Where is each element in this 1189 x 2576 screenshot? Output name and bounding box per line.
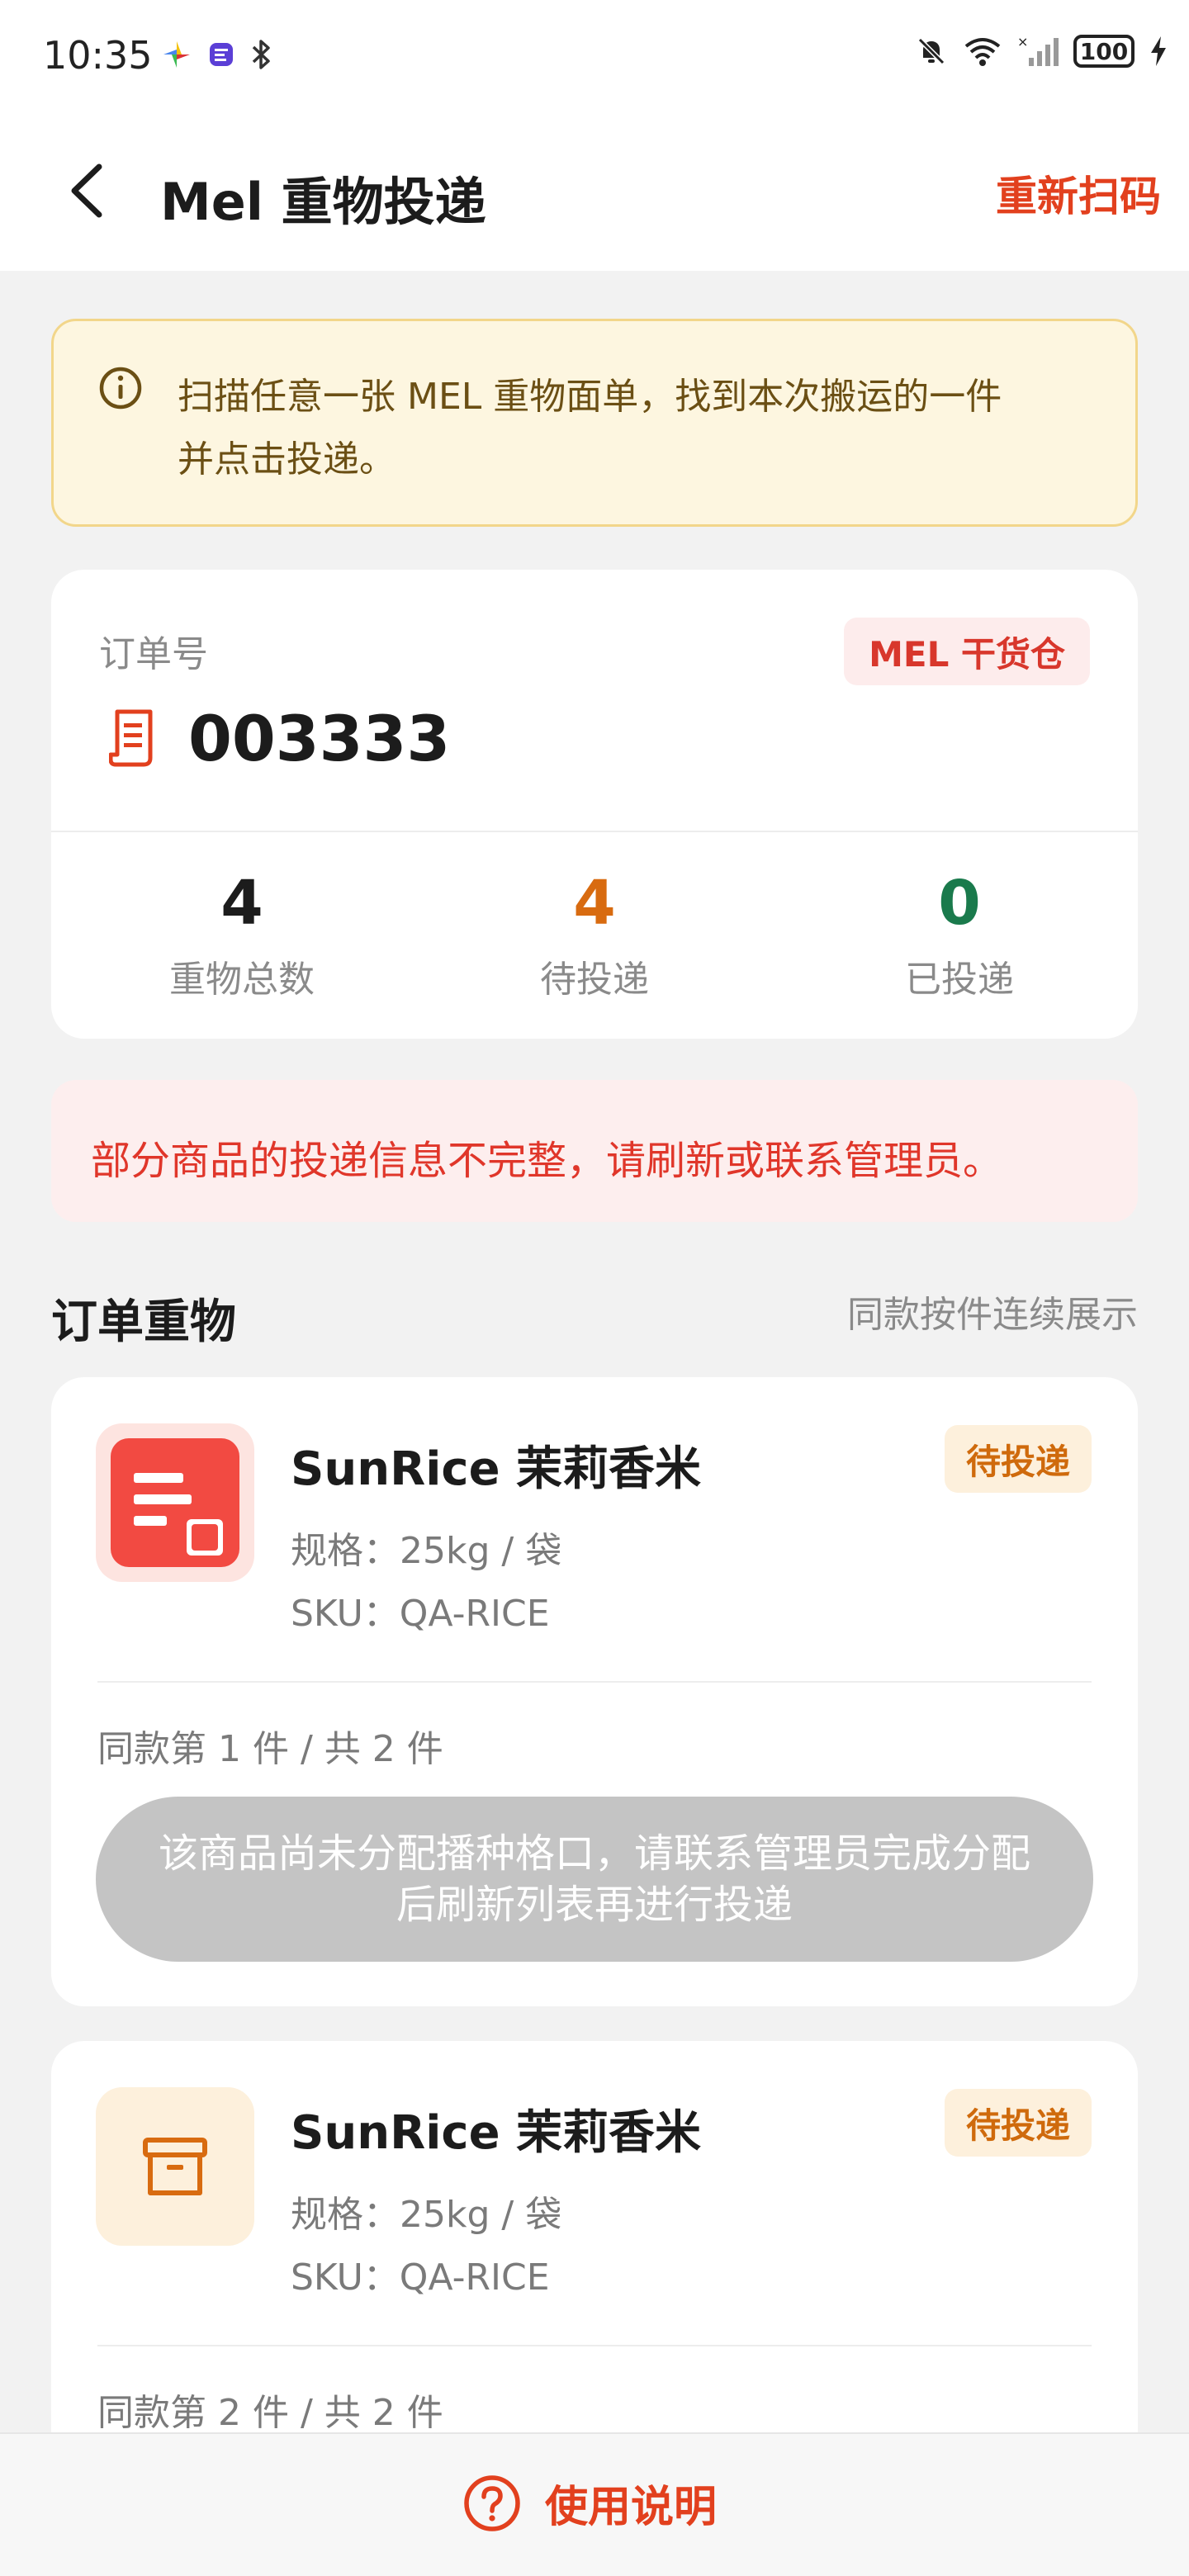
divider <box>51 831 1138 832</box>
info-icon <box>99 367 142 410</box>
error-banner: 部分商品的投递信息不完整，请刷新或联系管理员。 <box>51 1080 1138 1222</box>
stat-total-value: 4 <box>220 868 263 939</box>
item-spec: 规格：25kg / 袋 <box>291 2194 562 2236</box>
notice-line-1: 扫描任意一张 MEL 重物面单，找到本次搬运的一件 <box>178 376 1002 418</box>
bottom-bar: 使用说明 <box>0 2432 1189 2576</box>
item-name: SunRice 茉莉香米 <box>291 1442 702 1496</box>
item-sku: SKU：QA-RICE <box>291 1593 550 1635</box>
app-sticker-icon <box>208 41 234 68</box>
item-sequence: 同款第 2 件 / 共 2 件 <box>97 2392 443 2434</box>
product-image-icon <box>111 1438 239 1567</box>
status-badge: 待投递 <box>944 2089 1092 2157</box>
deliver-button-disabled[interactable]: 该商品尚未分配播种格口，请联系管理员完成分配后刷新列表再进行投递 <box>96 1797 1093 1962</box>
instruction-notice: 扫描任意一张 MEL 重物面单，找到本次搬运的一件 并点击投递。 <box>51 319 1138 527</box>
status-badge: 待投递 <box>944 1425 1092 1493</box>
charging-icon <box>1149 35 1168 68</box>
notice-text: 扫描任意一张 MEL 重物面单，找到本次搬运的一件 并点击投递。 <box>178 366 1102 491</box>
app-pinwheel-icon <box>162 40 192 69</box>
item-thumbnail <box>96 2087 254 2246</box>
section-title: 订单重物 <box>51 1295 236 1349</box>
archive-box-icon <box>143 2138 207 2195</box>
battery-icon: 100 <box>1073 35 1135 68</box>
back-button[interactable] <box>50 154 124 228</box>
status-right-icons: × 100 <box>915 35 1168 68</box>
stat-pending: 4 待投递 <box>471 870 718 1002</box>
error-text: 部分商品的投递信息不完整，请刷新或联系管理员。 <box>91 1138 1003 1184</box>
help-label: 使用说明 <box>545 2483 718 2532</box>
receipt-icon <box>109 709 153 767</box>
item-sequence: 同款第 1 件 / 共 2 件 <box>97 1728 443 1770</box>
stat-delivered: 0 已投递 <box>836 870 1083 1002</box>
bluetooth-icon <box>251 38 272 71</box>
item-spec: 规格：25kg / 袋 <box>291 1530 562 1572</box>
signal-icon: × <box>1017 35 1059 68</box>
page-title: Mel 重物投递 <box>160 172 486 232</box>
stat-delivered-label: 已投递 <box>905 959 1014 1001</box>
wifi-icon <box>963 35 1002 68</box>
item-sku: SKU：QA-RICE <box>291 2256 550 2299</box>
status-time: 10:35 <box>43 33 153 78</box>
bell-muted-icon <box>915 35 948 68</box>
status-left-icons <box>162 38 272 71</box>
app-header: Mel 重物投递 重新扫码 <box>0 112 1189 271</box>
order-summary-card: 订单号 MEL 干货仓 003333 4 重物总数 4 待投递 0 已投递 <box>51 570 1138 1039</box>
warehouse-badge: MEL 干货仓 <box>844 618 1090 685</box>
item-thumbnail <box>96 1423 254 1582</box>
item-card: SunRice 茉莉香米 待投递 规格：25kg / 袋 SKU：QA-RICE… <box>51 1377 1138 2006</box>
chevron-left-icon <box>71 163 102 218</box>
order-number-label: 订单号 <box>99 633 208 675</box>
section-hint: 同款按件连续展示 <box>847 1294 1138 1336</box>
stat-delivered-value: 0 <box>938 868 981 939</box>
stat-total: 4 重物总数 <box>118 870 366 1002</box>
divider <box>97 2345 1092 2346</box>
stat-pending-value: 4 <box>573 868 616 939</box>
rescan-button[interactable]: 重新扫码 <box>996 163 1161 223</box>
svg-text:×: × <box>1017 35 1028 50</box>
status-bar: 10:35 × 100 <box>0 0 1189 112</box>
item-name: SunRice 茉莉香米 <box>291 2106 702 2160</box>
stat-pending-label: 待投递 <box>540 959 649 1001</box>
help-circle-icon <box>464 2474 520 2531</box>
divider <box>97 1681 1092 1683</box>
order-number: 003333 <box>188 702 451 775</box>
stat-total-label: 重物总数 <box>169 959 315 1001</box>
notice-line-2: 并点击投递。 <box>178 438 396 481</box>
help-button[interactable]: 使用说明 <box>462 2472 717 2534</box>
